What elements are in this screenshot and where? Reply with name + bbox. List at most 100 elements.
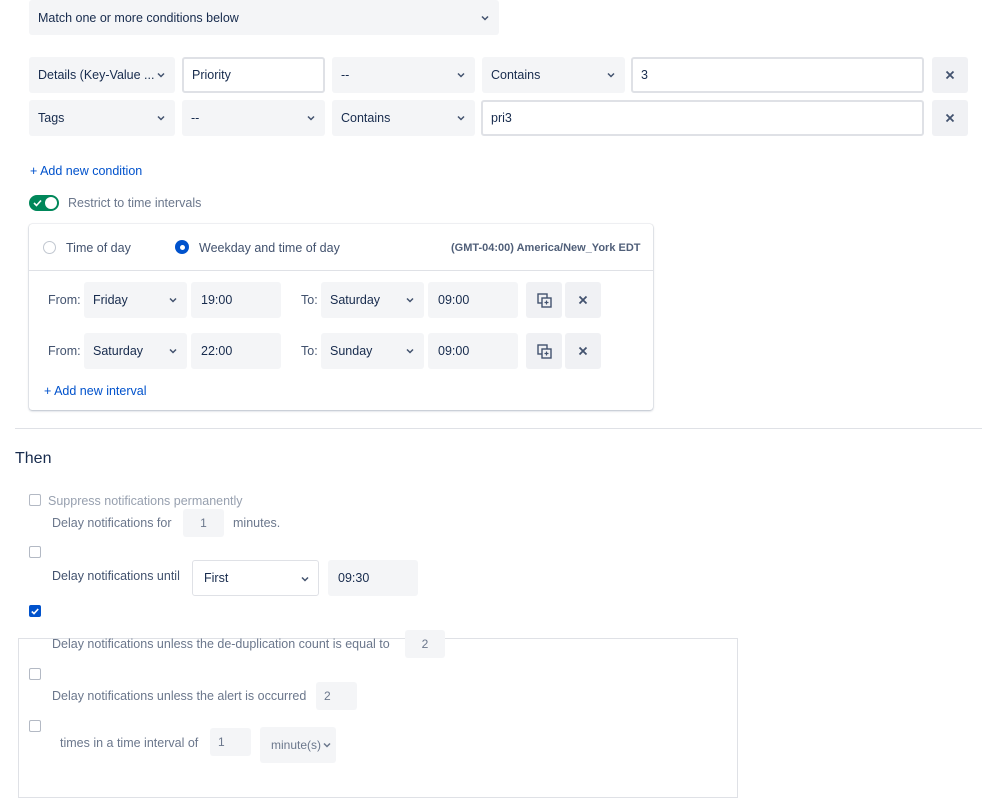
condition-2-operator-select[interactable]: Contains — [332, 100, 475, 136]
chevron-down-icon — [607, 72, 615, 78]
interval-1-to-day-select[interactable]: Saturday — [321, 282, 424, 318]
duplicate-interval-1-button[interactable] — [526, 282, 562, 318]
interval-unit-value: minute(s) — [271, 738, 322, 752]
condition-2-field-select[interactable]: Tags — [29, 100, 175, 136]
interval-2-from-time-value: 22:00 — [201, 344, 233, 358]
interval-2-from-time[interactable]: 22:00 — [191, 333, 281, 369]
chevron-down-icon — [157, 72, 165, 78]
close-icon — [945, 70, 955, 80]
delay-for-value: 1 — [200, 516, 207, 530]
match-condition-select[interactable]: Match one or more conditions below — [29, 0, 499, 35]
interval-2-from-day: Saturday — [93, 344, 144, 358]
interval-value: 1 — [218, 735, 225, 749]
remove-interval-1-button[interactable] — [565, 282, 601, 318]
condition-1-key: Priority — [192, 68, 231, 82]
dedup-count-input[interactable]: 2 — [405, 630, 445, 658]
dedup-checkbox[interactable] — [29, 605, 41, 617]
remove-condition-1-button[interactable] — [932, 57, 968, 93]
condition-2-not-select[interactable]: -- — [182, 100, 325, 136]
interval-2-to-day-select[interactable]: Sunday — [321, 333, 424, 369]
condition-2-value: pri3 — [491, 111, 512, 125]
add-interval-link[interactable]: + Add new interval — [44, 384, 147, 398]
interval-2-from-day-select[interactable]: Saturday — [84, 333, 187, 369]
condition-2-not: -- — [191, 111, 200, 125]
chevron-down-icon — [457, 72, 465, 78]
interval-checkbox[interactable] — [29, 720, 41, 732]
condition-1-value-input[interactable]: 3 — [631, 57, 924, 93]
interval-2-to-time-value: 09:00 — [438, 344, 470, 358]
remove-interval-2-button[interactable] — [565, 333, 601, 369]
occurred-count-input[interactable]: 2 — [316, 682, 357, 710]
interval-1-from-time[interactable]: 19:00 — [191, 282, 281, 318]
delay-until-label: Delay notifications until — [52, 569, 180, 583]
delay-until-checkbox[interactable] — [29, 546, 41, 558]
panel-divider — [29, 270, 653, 271]
copy-icon — [536, 343, 552, 359]
radio-time-of-day[interactable] — [43, 241, 56, 254]
remove-condition-2-button[interactable] — [932, 100, 968, 136]
add-condition-link[interactable]: + Add new condition — [30, 164, 142, 178]
restrict-time-label: Restrict to time intervals — [68, 196, 202, 210]
interval-1-to-day: Saturday — [330, 293, 381, 307]
chevron-down-icon — [169, 348, 177, 354]
occurred-checkbox[interactable] — [29, 668, 41, 680]
interval-label: times in a time interval of — [60, 736, 199, 750]
check-icon — [33, 199, 42, 207]
chevron-down-icon — [406, 348, 414, 354]
section-divider — [15, 428, 982, 429]
interval-1-from-label: From: — [48, 293, 81, 307]
interval-1-to-time-value: 09:00 — [438, 293, 470, 307]
copy-icon — [536, 292, 552, 308]
chevron-down-icon — [169, 297, 177, 303]
condition-1-operator: Contains — [491, 68, 541, 82]
interval-2-to-time[interactable]: 09:00 — [428, 333, 518, 369]
close-icon — [578, 346, 588, 356]
time-interval-panel: Time of day Weekday and time of day (GMT… — [29, 224, 653, 410]
interval-2-to-label: To: — [301, 344, 318, 358]
option-time-of-day-label: Time of day — [66, 241, 131, 255]
condition-2-operator: Contains — [341, 111, 391, 125]
close-icon — [578, 295, 588, 305]
dedup-count-value: 2 — [421, 637, 429, 651]
interval-value-input[interactable]: 1 — [210, 728, 251, 756]
chevron-down-icon — [323, 742, 331, 748]
occurred-label: Delay notifications unless the alert is … — [52, 689, 307, 703]
dedup-options-panel — [18, 638, 738, 798]
delay-until-select-value: First — [204, 571, 229, 585]
suppress-checkbox[interactable] — [29, 494, 41, 506]
delay-until-time-value: 09:30 — [338, 571, 370, 585]
interval-1-to-time[interactable]: 09:00 — [428, 282, 518, 318]
check-icon — [31, 607, 39, 615]
interval-1-from-day-select[interactable]: Friday — [84, 282, 187, 318]
option-weekday-label: Weekday and time of day — [199, 241, 340, 255]
restrict-time-toggle[interactable] — [29, 195, 59, 211]
condition-1-not-select[interactable]: -- — [332, 57, 475, 93]
condition-2-value-input[interactable]: pri3 — [481, 100, 924, 136]
chevron-down-icon — [307, 115, 315, 121]
delay-for-label: Delay notifications for — [52, 516, 172, 530]
duplicate-interval-2-button[interactable] — [526, 333, 562, 369]
delay-until-time[interactable]: 09:30 — [328, 560, 418, 596]
interval-1-to-label: To: — [301, 293, 318, 307]
delay-until-select[interactable]: First — [192, 560, 319, 596]
timezone-label: (GMT-04:00) America/New_York EDT — [451, 242, 641, 254]
chevron-down-icon — [301, 576, 309, 582]
condition-1-field-select[interactable]: Details (Key-Value ... — [29, 57, 175, 93]
radio-weekday-time[interactable] — [175, 240, 189, 254]
condition-1-field: Details (Key-Value ... — [38, 68, 155, 82]
interval-2-to-day: Sunday — [330, 344, 373, 358]
then-heading: Then — [15, 450, 52, 467]
chevron-down-icon — [157, 115, 165, 121]
condition-1-operator-select[interactable]: Contains — [482, 57, 625, 93]
dedup-label: Delay notifications unless the de-duplic… — [52, 637, 390, 651]
interval-1-from-day: Friday — [93, 293, 128, 307]
chevron-down-icon — [406, 297, 414, 303]
interval-2-from-label: From: — [48, 344, 81, 358]
delay-for-input[interactable]: 1 — [183, 509, 224, 537]
interval-1-from-time-value: 19:00 — [201, 293, 233, 307]
chevron-down-icon — [457, 115, 465, 121]
condition-1-key-input[interactable]: Priority — [182, 57, 325, 93]
interval-unit-select[interactable]: minute(s) — [260, 727, 336, 763]
match-condition-value: Match one or more conditions below — [38, 10, 239, 25]
condition-2-field: Tags — [38, 111, 65, 125]
